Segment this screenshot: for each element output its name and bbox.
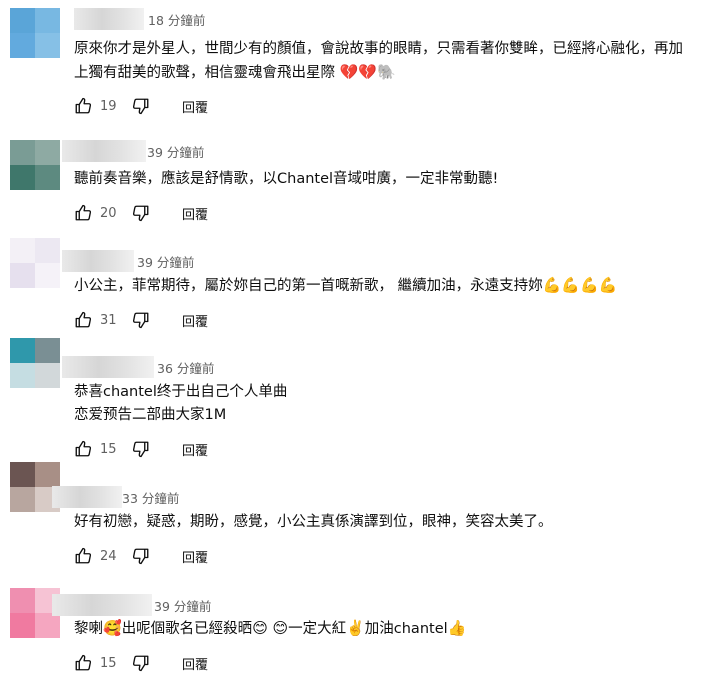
thumbs-down-icon[interactable] — [132, 547, 150, 565]
reply-button[interactable]: 回覆 — [182, 547, 208, 566]
smiling-hearts-emoji: 🥰 — [103, 619, 122, 637]
comment-item: 18 分鐘前 原來你才是外星人，世間少有的顏值，會說故事的眼睛，只需看著你雙眸，… — [0, 8, 711, 120]
author-name-redacted[interactable] — [62, 140, 146, 162]
like-count: 20 — [100, 205, 117, 221]
reply-button[interactable]: 回覆 — [182, 440, 208, 459]
avatar-pixel — [35, 363, 60, 388]
like-count: 15 — [100, 441, 117, 457]
thumbs-up-icon[interactable] — [74, 311, 92, 329]
avatar-pixel — [35, 613, 60, 638]
comment-timestamp[interactable]: 36 分鐘前 — [157, 358, 214, 377]
author-name-redacted[interactable] — [62, 250, 134, 272]
smile-emoji: 😊 — [272, 619, 289, 637]
reply-button[interactable]: 回覆 — [182, 204, 208, 223]
avatar-pixel — [35, 8, 60, 33]
comment-item: 33 分鐘前 好有初戀，疑惑，期盼，感覺，小公主真係演譯到位，眼神，笑容太美了。… — [0, 462, 711, 580]
comment-timestamp[interactable]: 39 分鐘前 — [137, 252, 194, 271]
thumbs-up-icon[interactable] — [74, 654, 92, 672]
thumbs-down-icon[interactable] — [132, 97, 150, 115]
avatar-pixel — [10, 588, 35, 613]
avatar-pixel — [35, 33, 60, 58]
reply-button[interactable]: 回覆 — [182, 654, 208, 673]
author-name-redacted[interactable] — [62, 356, 154, 378]
like-count: 31 — [100, 312, 117, 328]
comment-text: 聽前奏音樂，應該是舒情歌，以Chantel音域咁廣，一定非常動聽! — [74, 171, 499, 187]
comment-item: 36 分鐘前 恭喜chantel终于出自己个人单曲 恋爱预告二部曲大家1M 15… — [0, 338, 711, 460]
thumbs-up-icon[interactable] — [74, 204, 92, 222]
comment-timestamp[interactable]: 39 分鐘前 — [154, 596, 211, 615]
avatar-pixel — [35, 338, 60, 363]
comment-item: 39 分鐘前 黎喇🥰出呢個歌名已經殺晒😊 😊一定大紅✌️加油chantel👍 1… — [0, 588, 711, 685]
comment-text-part: 加油chantel — [364, 621, 448, 637]
avatar-pixel — [10, 613, 35, 638]
smile-emoji: 😊 — [252, 619, 268, 637]
reply-button[interactable]: 回覆 — [182, 97, 208, 116]
comment-actions: 24 回覆 — [74, 544, 208, 568]
avatar-pixel — [35, 462, 60, 487]
thumbs-down-icon[interactable] — [132, 311, 150, 329]
avatar-pixel — [10, 238, 35, 263]
comment-actions: 19 回覆 — [74, 94, 208, 118]
thumbs-down-icon[interactable] — [132, 204, 150, 222]
comment-item: 39 分鐘前 聽前奏音樂，應該是舒情歌，以Chantel音域咁廣，一定非常動聽!… — [0, 140, 711, 230]
reply-button[interactable]: 回覆 — [182, 311, 208, 330]
avatar-pixel — [35, 238, 60, 263]
avatar[interactable] — [10, 238, 60, 288]
comment-text: 小公主，菲常期待，屬於妳自己的第一首嘅新歌， 繼續加油，永遠支持妳💪💪💪💪 — [74, 274, 694, 298]
comment-actions: 31 回覆 — [74, 308, 208, 332]
avatar-pixel — [10, 363, 35, 388]
avatar-pixel — [10, 338, 35, 363]
avatar[interactable] — [10, 8, 60, 58]
avatar-pixel — [10, 8, 35, 33]
author-name-redacted[interactable] — [52, 486, 122, 508]
like-count: 24 — [100, 548, 117, 564]
comment-actions: 15 回覆 — [74, 651, 208, 675]
avatar-pixel — [10, 140, 35, 165]
author-name-redacted[interactable] — [52, 594, 152, 616]
like-count: 19 — [100, 98, 117, 114]
thumbs-up-icon[interactable] — [74, 440, 92, 458]
thumbs-down-icon[interactable] — [132, 440, 150, 458]
comment-text: 好有初戀，疑惑，期盼，感覺，小公主真係演譯到位，眼神，笑容太美了。 — [74, 514, 553, 530]
avatar-pixel — [35, 140, 60, 165]
thumbs-down-icon[interactable] — [132, 654, 150, 672]
avatar-pixel — [10, 487, 35, 512]
avatar[interactable] — [10, 338, 60, 388]
comment-timestamp[interactable]: 33 分鐘前 — [122, 488, 179, 507]
avatar-pixel — [10, 33, 35, 58]
avatar-pixel — [10, 263, 35, 288]
author-name-redacted[interactable] — [74, 8, 144, 30]
like-count: 15 — [100, 655, 117, 671]
comment-text: 恭喜chantel终于出自己个人单曲 恋爱预告二部曲大家1M — [74, 384, 288, 423]
comment-text-part: 黎喇 — [74, 621, 103, 637]
comment-actions: 15 回覆 — [74, 437, 208, 461]
thumbs-up-icon[interactable] — [74, 97, 92, 115]
comment-emojis: 💔💔🐘 — [339, 63, 396, 81]
avatar-pixel — [10, 462, 35, 487]
comment-text: 原來你才是外星人，世間少有的顏值，會說故事的眼睛，只需看著你雙眸，已經將心融化，… — [74, 38, 694, 85]
avatar-pixel — [35, 263, 60, 288]
comment-actions: 20 回覆 — [74, 201, 208, 225]
comment-timestamp[interactable]: 39 分鐘前 — [147, 142, 204, 161]
comment-text-part: 一定大紅 — [288, 621, 347, 637]
avatar[interactable] — [10, 140, 60, 190]
comment-text: 黎喇🥰出呢個歌名已經殺晒😊 😊一定大紅✌️加油chantel👍 — [74, 617, 694, 641]
victory-hand-emoji: ✌️ — [346, 619, 365, 637]
avatar-pixel — [10, 165, 35, 190]
thumbs-up-emoji: 👍 — [447, 619, 467, 637]
comment-emojis: 💪💪💪💪 — [542, 276, 618, 294]
comment-body: 小公主，菲常期待，屬於妳自己的第一首嘅新歌， 繼續加油，永遠支持妳 — [74, 278, 543, 294]
comment-timestamp[interactable]: 18 分鐘前 — [148, 10, 205, 29]
thumbs-up-icon[interactable] — [74, 547, 92, 565]
comment-item: 39 分鐘前 小公主，菲常期待，屬於妳自己的第一首嘅新歌， 繼續加油，永遠支持妳… — [0, 238, 711, 338]
avatar-pixel — [35, 165, 60, 190]
comment-text-part: 出呢個歌名已經殺晒 — [121, 621, 253, 637]
